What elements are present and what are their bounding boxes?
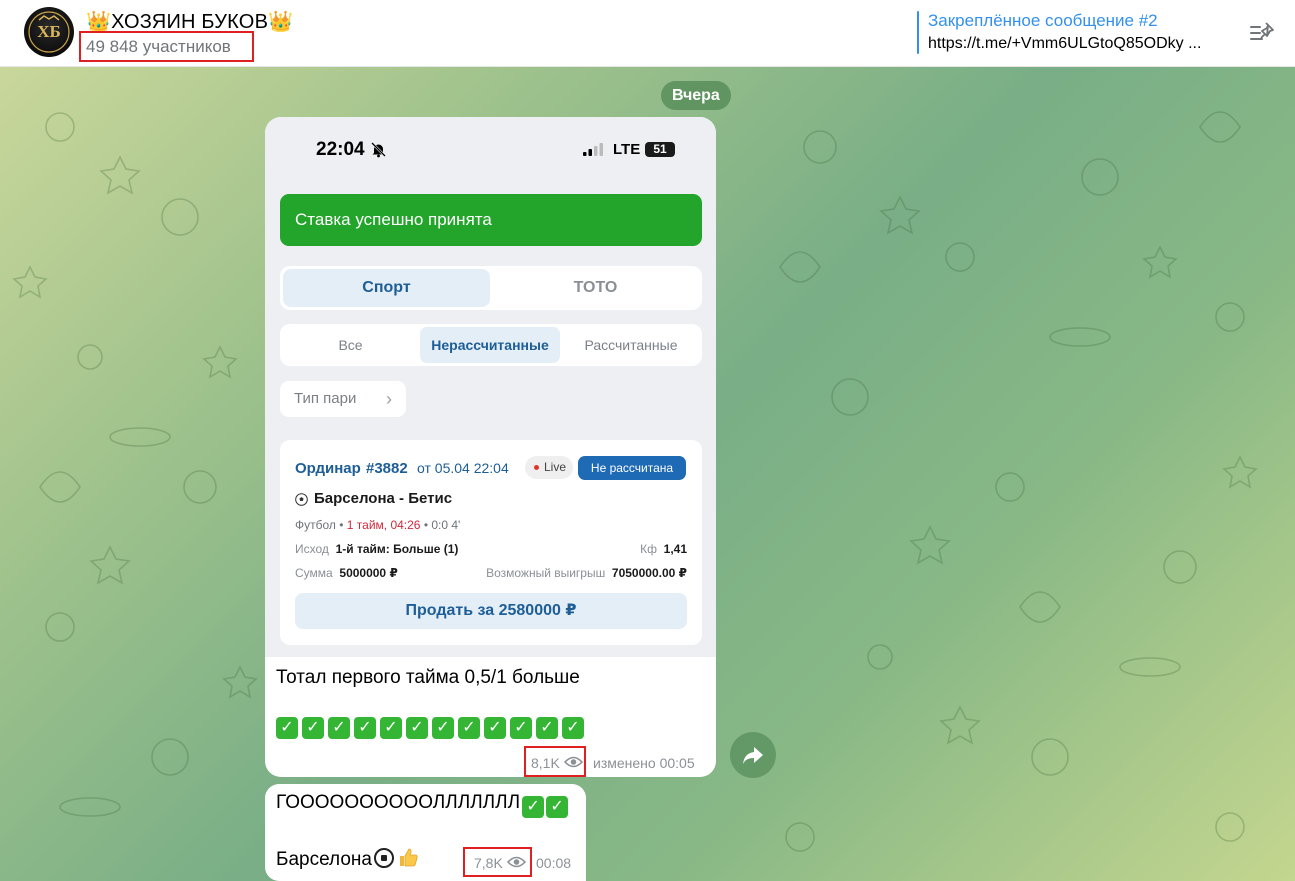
members-count: 49 848 участников [86, 37, 231, 56]
chat-header: ХБ 👑ХОЗЯИН БУКОВ👑 49 848 участников Закр… [0, 0, 1295, 67]
thumbs-up-icon [399, 848, 418, 867]
bet-status-badge: Не рассчитана [578, 456, 686, 480]
bet-type-filter: Тип пари › [280, 381, 406, 417]
bet-screenshot-image[interactable]: 22:04 LTE 51 Ставка успешно принята Спор… [265, 117, 716, 657]
check-emoji-icon: ✓ [406, 717, 428, 739]
outcome-row: Исход 1-й тайм: Больше (1) Кф 1,41 [295, 542, 687, 556]
tab-sport: Спорт [283, 269, 490, 307]
bet-date: от 05.04 22:04 [417, 460, 509, 476]
tab-toto: ТОТО [573, 279, 618, 296]
message-text-line: ГООООООООООЛЛЛЛЛЛЛ ✓ ✓ [276, 792, 569, 818]
sport-toto-switch: Спорт ТОТО [280, 266, 702, 310]
soccer-ball-icon [295, 493, 308, 506]
check-emoji-icon: ✓ [354, 717, 376, 739]
avatar-letters: ХБ [37, 22, 61, 41]
date-separator: Вчера [661, 81, 731, 110]
bet-card: Ординар #3882 от 05.04 22:04 Live Не рас… [280, 440, 702, 645]
signal-icon [583, 143, 603, 156]
message-bubble[interactable]: 22:04 LTE 51 Ставка успешно принята Спор… [265, 117, 716, 777]
bet-number: #3882 [366, 460, 408, 477]
match-name: Барселона - Бетис [314, 490, 453, 507]
bell-muted-icon [371, 142, 386, 158]
forward-arrow-icon [743, 747, 763, 764]
bet-type: Ординар [295, 460, 361, 477]
filter-switch: Все Нерассчитанные Рассчитанные [280, 324, 702, 366]
message-text: Тотал первого тайма 0,5/1 больше [276, 667, 580, 688]
network-type: LTE [613, 141, 641, 158]
check-emoji-icon: ✓ [276, 717, 298, 739]
forward-button[interactable] [730, 732, 776, 778]
channel-avatar[interactable]: ХБ [24, 7, 74, 57]
view-count: 7,8K [474, 855, 503, 871]
message-text-line: Барселона [276, 846, 419, 871]
phone-status-time: 22:04 [316, 139, 365, 160]
sum-row: Сумма 5000000 ₽ Возможный выигрыш 705000… [295, 566, 687, 580]
check-emoji-icon: ✓ [302, 717, 324, 739]
check-emoji-icon: ✓ [432, 717, 454, 739]
crown-icon: 👑 [268, 11, 294, 33]
crown-icon: 👑 [86, 11, 112, 33]
avatar-logo-icon: ХБ [28, 11, 70, 53]
check-emoji-icon: ✓ [522, 796, 545, 818]
chevron-right-icon: › [386, 389, 392, 409]
sell-bet-button: Продать за 2580000 ₽ [295, 593, 687, 629]
pinned-message-text[interactable]: https://t.me/+Vmm6ULGtoQ85ODky ... [928, 35, 1228, 53]
eye-icon [507, 856, 526, 868]
pinned-list-icon[interactable] [1248, 18, 1278, 48]
check-emoji-icon: ✓ [484, 717, 506, 739]
check-emoji-icon: ✓ [546, 796, 569, 818]
check-emoji-row: ✓ ✓ ✓ ✓ ✓ ✓ ✓ ✓ ✓ ✓ ✓ ✓ [276, 717, 588, 739]
filter-unsettled: Нерассчитанные [420, 327, 560, 363]
eye-icon [564, 756, 583, 768]
check-emoji-icon: ✓ [562, 717, 584, 739]
match-meta: Футбол • 1 тайм, 04:26 • 0:0 4' [295, 518, 461, 532]
live-dot-icon [534, 465, 539, 470]
check-emoji-icon: ✓ [328, 717, 350, 739]
message-time: 00:08 [536, 855, 572, 871]
pinned-message-title[interactable]: Закреплённое сообщение #2 [928, 11, 1158, 31]
success-banner: Ставка успешно принята [280, 194, 702, 246]
check-emoji-icon: ✓ [536, 717, 558, 739]
bet-type-label: Тип пари [294, 390, 357, 407]
filter-settled: Рассчитанные [584, 337, 678, 353]
filter-all: Все [338, 337, 363, 353]
check-emoji-icon: ✓ [380, 717, 402, 739]
channel-name: ХОЗЯИН БУКОВ [111, 11, 269, 33]
live-badge: Live [525, 456, 573, 479]
check-emoji-icon: ✓ [510, 717, 532, 739]
check-emoji-icon: ✓ [458, 717, 480, 739]
soccer-ball-icon [373, 848, 394, 868]
pinned-indicator-bar [917, 11, 919, 54]
battery-level: 51 [645, 142, 675, 157]
edited-time: изменено 00:05 [593, 755, 695, 771]
view-count: 8,1K [531, 755, 560, 771]
